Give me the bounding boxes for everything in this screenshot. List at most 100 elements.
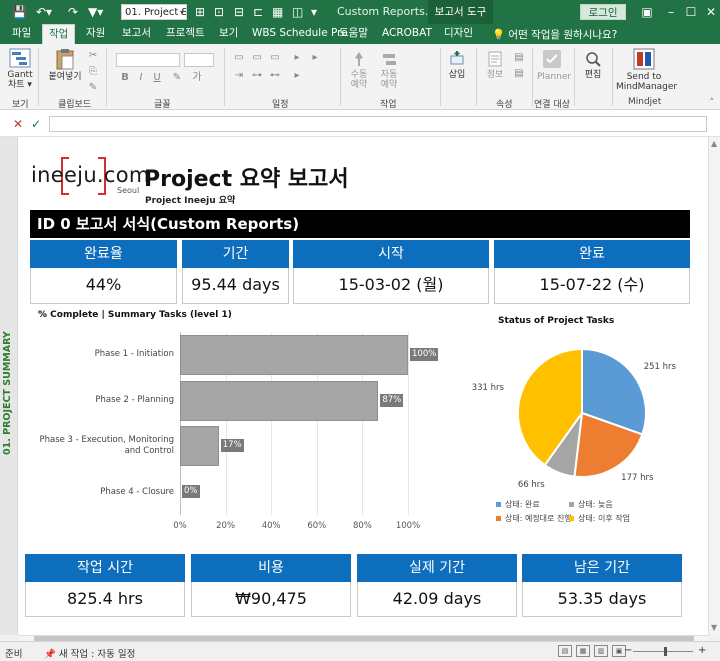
details-icon[interactable]: ▤ xyxy=(512,68,526,80)
ribbon-separator xyxy=(340,48,341,106)
send-to-mindmanager-button[interactable]: Send to MindManager xyxy=(616,48,677,92)
ribbon-options-icon[interactable]: ▣ xyxy=(636,3,658,21)
zoom-in-icon[interactable]: + xyxy=(698,645,706,656)
kpi-work[interactable]: 작업 시간 825.4 hrs xyxy=(25,554,185,617)
cut-icon[interactable]: ✂ xyxy=(86,50,100,62)
gantt-chart-button[interactable]: Gantt 차트 ▾ xyxy=(5,48,35,90)
percent-complete-chart[interactable]: % Complete | Summary Tasks (level 1) 0% 2… xyxy=(18,307,458,537)
tell-me-box[interactable]: 💡 어떤 작업을 원하시나요? xyxy=(492,27,617,42)
minimize-icon[interactable]: – xyxy=(660,3,682,21)
zoom-slider-thumb[interactable] xyxy=(664,647,667,656)
team-planner-icon[interactable]: ▥ xyxy=(594,645,608,657)
maximize-icon[interactable]: ☐ xyxy=(680,3,702,21)
close-icon[interactable]: ✕ xyxy=(700,3,720,21)
kpi-start[interactable]: 시작 15-03-02 (월) xyxy=(293,240,489,304)
inactivate-icon[interactable]: ▸ xyxy=(290,70,304,82)
redo-icon[interactable]: ↷ xyxy=(68,5,78,19)
report-canvas[interactable]: ineeju.com Seoul Project 요약 보고서 Project … xyxy=(18,137,708,635)
category-label: Phase 2 - Planning xyxy=(95,395,174,406)
tab-report[interactable]: 보고서 xyxy=(116,24,157,44)
bar xyxy=(180,426,219,467)
kpi-remaining-duration[interactable]: 남은 기간 53.35 days xyxy=(522,554,682,617)
category-label: Phase 1 - Initiation xyxy=(94,349,174,360)
undo-icon[interactable]: ↶▾ xyxy=(36,5,52,19)
kpi-duration[interactable]: 기간 95.44 days xyxy=(182,240,289,304)
tab-project[interactable]: 프로젝트 xyxy=(160,24,211,44)
new-task-mode[interactable]: 📌 새 작업 : 자동 일정 xyxy=(44,646,135,660)
kpi-cost[interactable]: 비용 ₩90,475 xyxy=(191,554,351,617)
confirm-entry-icon[interactable]: ✓ xyxy=(31,117,41,131)
pushpin-icon: 📌 xyxy=(44,649,56,660)
zero-percent-icon[interactable]: ▭ xyxy=(232,52,246,64)
font-size-field[interactable] xyxy=(184,53,214,67)
task-status-chart[interactable]: Status of Project Tasks 251 hrs 177 hrs 66… xyxy=(468,307,708,537)
vertical-scrollbar[interactable]: ▲ ▼ xyxy=(708,137,720,635)
tab-design[interactable]: 디자인 xyxy=(438,24,479,44)
indent-icon[interactable]: ⇥ xyxy=(232,70,246,82)
tab-help[interactable]: 도움말 xyxy=(333,24,374,44)
title-bar: 💾 ↶▾ ↷ ▼▾ 01. Project Su ▾ ⊞ ⊡ ⊟ ⊏ ▦ ◫ ▾… xyxy=(0,0,720,24)
notes-icon[interactable]: ▤ xyxy=(512,52,526,64)
category-label: Phase 3 - Execution, Monitoring and Cont… xyxy=(39,435,174,457)
auto-schedule-button[interactable]: 자동 예약 xyxy=(376,50,402,90)
kpi-label: 완료 xyxy=(494,240,690,268)
zoom-out-icon[interactable]: − xyxy=(624,645,632,656)
highlight-icon[interactable]: ✎ xyxy=(170,72,184,84)
50-percent-icon[interactable]: ▭ xyxy=(268,52,282,64)
login-button[interactable]: 로그인 xyxy=(580,4,626,20)
pie-data-label: 177 hrs xyxy=(621,473,654,484)
copy-icon[interactable]: ⎘ xyxy=(86,66,100,78)
sort-icon[interactable]: ▼▾ xyxy=(88,5,103,19)
font-name-field[interactable] xyxy=(116,53,180,67)
tree-icon[interactable]: ⊟ xyxy=(234,5,244,19)
kpi-percent-complete[interactable]: 완료율 44% xyxy=(30,240,177,304)
kpi-value: 53.35 days xyxy=(522,582,682,617)
entry-field[interactable] xyxy=(49,116,707,132)
underline-icon[interactable]: U xyxy=(150,72,164,84)
link-icon[interactable]: ⊶ xyxy=(250,70,264,82)
gantt-view-icon[interactable]: ▤ xyxy=(558,645,572,657)
paste-button[interactable]: 붙여넣기 xyxy=(46,48,84,82)
outline-icon[interactable]: ⊞ xyxy=(195,5,205,19)
tab-file[interactable]: 파일 xyxy=(6,24,37,44)
customize-icon[interactable]: ▾ xyxy=(311,5,317,19)
kpi-actual-duration[interactable]: 실제 기간 42.09 days xyxy=(357,554,517,617)
bracket-icon[interactable]: ⊏ xyxy=(253,5,263,19)
shape-icon[interactable]: ◫ xyxy=(292,5,303,19)
x-tick-label: 80% xyxy=(352,521,372,531)
bold-icon[interactable]: B xyxy=(118,72,132,84)
information-button[interactable]: 정보 xyxy=(482,50,508,80)
italic-icon[interactable]: I xyxy=(134,72,148,84)
view-selector[interactable]: 01. Project Su ▾ xyxy=(121,4,187,20)
format-painter-icon[interactable]: ✎ xyxy=(86,82,100,94)
scroll-up-icon[interactable]: ▲ xyxy=(711,139,717,148)
insert-button[interactable]: 삽입 xyxy=(444,50,470,80)
cancel-entry-icon[interactable]: ✕ xyxy=(13,117,23,131)
collapse-ribbon-icon[interactable]: ˄ xyxy=(710,98,715,108)
legend-swatch xyxy=(496,502,501,507)
25-percent-icon[interactable]: ▭ xyxy=(250,52,264,64)
tab-resource[interactable]: 자원 xyxy=(80,24,111,44)
respect-links-icon[interactable]: ▸ xyxy=(308,52,322,64)
hierarchy-icon[interactable]: ⊡ xyxy=(214,5,224,19)
ribbon-tabs: 파일 작업 자원 보고서 프로젝트 보기 WBS Schedule Pro 도움… xyxy=(0,24,720,44)
save-icon[interactable]: 💾 xyxy=(12,5,27,19)
legend-swatch xyxy=(569,502,574,507)
unlink-icon[interactable]: ⊷ xyxy=(268,70,282,82)
manual-schedule-button[interactable]: 수동 예약 xyxy=(346,50,372,90)
grid-icon[interactable]: ▦ xyxy=(272,5,283,19)
ribbon-separator xyxy=(440,48,441,106)
edit-button[interactable]: 편집 xyxy=(580,50,606,80)
kpi-finish[interactable]: 완료 15-07-22 (수) xyxy=(494,240,690,304)
tab-acrobat[interactable]: ACROBAT xyxy=(376,24,438,44)
tab-task[interactable]: 작업 xyxy=(42,24,76,44)
ribbon-separator xyxy=(532,48,533,106)
zoom-slider[interactable] xyxy=(633,651,693,652)
font-color-icon[interactable]: 가 xyxy=(190,72,204,84)
ineeju-logo: ineeju.com Seoul xyxy=(31,155,149,197)
tab-view[interactable]: 보기 xyxy=(213,24,244,44)
task-usage-icon[interactable]: ▦ xyxy=(576,645,590,657)
mark-on-track-icon[interactable]: ▸ xyxy=(290,52,304,64)
planner-button[interactable]: Planner xyxy=(537,48,571,82)
scroll-down-icon[interactable]: ▼ xyxy=(711,623,717,632)
